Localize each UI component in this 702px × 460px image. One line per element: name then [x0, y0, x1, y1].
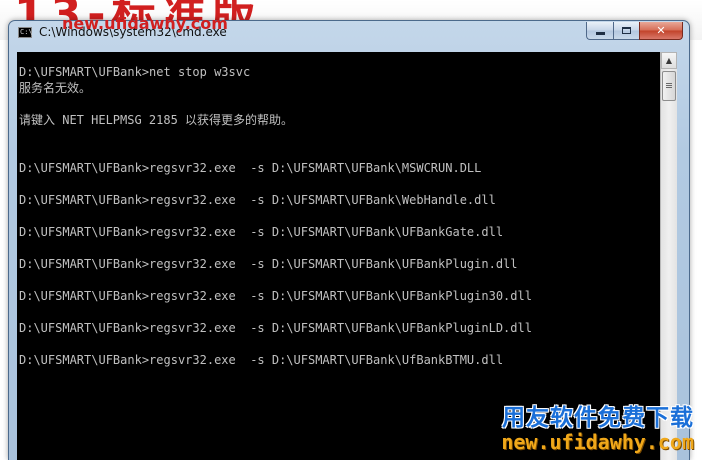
close-icon: ✕ — [656, 24, 666, 37]
console-line: D:\UFSMART\UFBank>regsvr32.exe -s D:\UFS… — [19, 353, 504, 367]
console-line: D:\UFSMART\UFBank>regsvr32.exe -s D:\UFS… — [19, 257, 518, 271]
scroll-up-icon: ▲ — [665, 56, 673, 65]
cmd-app-icon[interactable]: C:\ — [18, 27, 33, 38]
maximize-button[interactable] — [613, 22, 639, 40]
window-controls: ✕ — [586, 22, 683, 41]
console-line: D:\UFSMART\UFBank>regsvr32.exe -s D:\UFS… — [19, 193, 496, 207]
thumb-grip-icon — [666, 83, 672, 84]
minimize-icon — [595, 32, 605, 35]
watermark-bottom-url: new.ufidawhy.com — [501, 430, 694, 454]
watermark-cn-text: 用友软件免费下载 — [502, 405, 694, 431]
watermark-title-url: new.ufidawhy.com — [62, 14, 228, 33]
console-line: D:\UFSMART\UFBank>regsvr32.exe -s D:\UFS… — [19, 289, 532, 303]
console-line: 服务名无效。 — [19, 81, 92, 95]
console-line: D:\UFSMART\UFBank>regsvr32.exe -s D:\UFS… — [19, 321, 532, 335]
console-line: D:\UFSMART\UFBank>regsvr32.exe -s D:\UFS… — [19, 161, 482, 175]
console-lines: D:\UFSMART\UFBank>net stop w3svc 服务名无效。请键… — [19, 64, 532, 368]
thumb-grip-icon — [666, 87, 672, 88]
thumb-grip-icon — [666, 85, 672, 86]
scroll-thumb[interactable] — [662, 71, 676, 101]
console-line: D:\UFSMART\UFBank>regsvr32.exe -s D:\UFS… — [19, 225, 504, 239]
minimize-button[interactable] — [586, 22, 613, 40]
scroll-up-button[interactable]: ▲ — [661, 52, 677, 69]
maximize-icon — [622, 27, 631, 34]
close-button[interactable]: ✕ — [639, 22, 683, 40]
console-line: D:\UFSMART\UFBank>net stop w3svc — [19, 65, 251, 79]
console-line: 请键入 NET HELPMSG 2185 以获得更多的帮助。 — [19, 113, 294, 127]
cmd-window: C:\ C:\Windows\system32\cmd.exe ✕ D:\UFS… — [8, 20, 690, 460]
